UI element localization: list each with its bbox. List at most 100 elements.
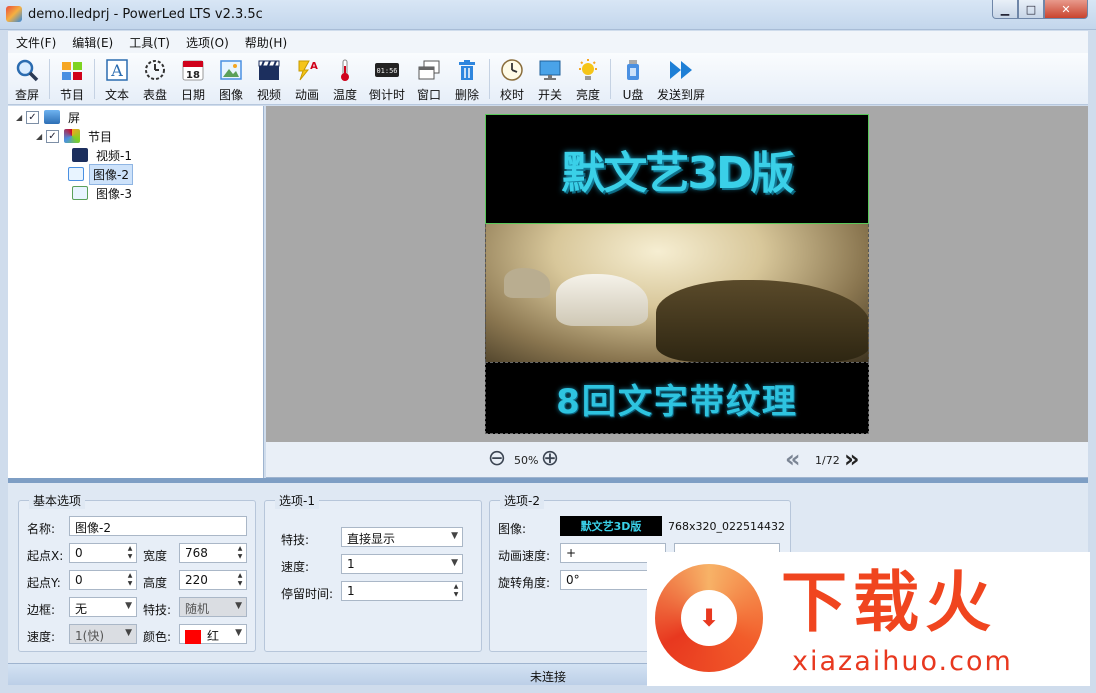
time-sync-button[interactable]: 校时	[493, 53, 531, 103]
y-spinbox[interactable]: 0 ▲ ▼	[69, 570, 137, 590]
color-value: 红	[207, 629, 220, 643]
countdown-label: 倒计时	[369, 88, 406, 102]
usb-drive-icon	[620, 57, 646, 83]
group-title: 选项-2	[500, 492, 544, 509]
usb-drive-button[interactable]: U盘	[614, 53, 652, 103]
speed-label: 速度:	[281, 560, 310, 574]
power-switch-button[interactable]: 开关	[531, 53, 569, 103]
magnifier-icon	[14, 57, 40, 83]
image-2-region[interactable]: 默文艺3D版	[485, 114, 869, 224]
chevron-down-icon: ▼	[125, 628, 132, 638]
image-label: 图像	[218, 88, 243, 102]
speed-select[interactable]: 1 ▼	[341, 554, 463, 574]
menu-file[interactable]: 文件(F)	[8, 34, 64, 51]
maximize-button[interactable]: □	[1018, 0, 1044, 19]
preview-area: 默文艺3D版 8回文字带纹理	[266, 106, 1088, 442]
tree-node-program[interactable]: ◢ ✓ 节目	[36, 127, 115, 145]
tree-node-label: 图像-3	[96, 186, 132, 201]
effect-select: 随机 ▼	[179, 597, 247, 617]
date-button[interactable]: 18 日期	[174, 53, 212, 103]
spin-arrows-icon[interactable]: ▲ ▼	[451, 583, 461, 599]
stay-time-spinbox[interactable]: 1 ▲ ▼	[341, 581, 463, 601]
height-spinbox[interactable]: 220 ▲ ▼	[179, 570, 247, 590]
zoom-in-icon[interactable]: ⊕	[537, 447, 563, 473]
stay-time-label: 停留时间:	[281, 587, 334, 601]
color-label: 颜色:	[143, 630, 172, 644]
video-button[interactable]: 视频	[250, 53, 288, 103]
width-spinbox[interactable]: 768 ▲ ▼	[179, 543, 247, 563]
menu-edit[interactable]: 编辑(E)	[64, 34, 121, 51]
text-button[interactable]: A 文本	[98, 53, 136, 103]
chevron-down-icon: ▼	[235, 601, 242, 611]
color-swatch	[185, 629, 201, 644]
top-banner-text: 默文艺3D版	[561, 148, 794, 199]
effect-label: 特技:	[143, 603, 172, 617]
tree-node-label: 节目	[88, 129, 113, 144]
program-checkbox[interactable]: ✓	[46, 129, 59, 143]
screen-checkbox[interactable]: ✓	[26, 110, 39, 124]
video-1-region[interactable]	[485, 224, 869, 362]
title-bar: demo.lledprj - PowerLed LTS v2.3.5c ▁ □ …	[0, 0, 1096, 30]
speed-value: 1(快)	[75, 629, 104, 643]
toolbar-separator	[94, 59, 95, 99]
tree-node-image-2[interactable]: 图像-2	[68, 163, 133, 185]
image-icon	[68, 167, 84, 181]
tree-node-screen[interactable]: ◢ ✓ 屏	[16, 108, 83, 126]
send-to-screen-icon	[668, 57, 694, 83]
close-button[interactable]: ✕	[1044, 0, 1088, 19]
watermark-overlay: ⬇ 下载火 xiazaihuo.com	[647, 552, 1090, 686]
spin-arrows-icon[interactable]: ▲ ▼	[235, 572, 245, 588]
collapse-triangle-icon[interactable]: ◢	[16, 113, 26, 122]
toolbar-separator	[610, 59, 612, 99]
window-button[interactable]: 窗口	[410, 53, 448, 103]
menu-tools[interactable]: 工具(T)	[121, 34, 178, 51]
speed-select: 1(快) ▼	[69, 624, 137, 644]
power-switch-label: 开关	[538, 88, 563, 102]
clock-dial-button[interactable]: 表盘	[136, 53, 174, 103]
previous-page-icon[interactable]: «	[785, 446, 801, 472]
countdown-button[interactable]: 01:56 倒计时	[364, 53, 410, 103]
option-1-group: 选项-1 特技: 直接显示 ▼ 速度: 1 ▼ 停留时间: 1 ▲ ▼	[264, 492, 482, 652]
color-select[interactable]: 红 ▼	[179, 624, 247, 644]
stay-time-value: 1	[347, 584, 355, 598]
temperature-button[interactable]: 温度	[326, 53, 364, 103]
screen-icon	[44, 110, 60, 124]
send-to-screen-button[interactable]: 发送到屏	[652, 53, 710, 103]
brightness-button[interactable]: 亮度	[569, 53, 607, 103]
page-indicator: 1/72	[815, 454, 840, 467]
name-input[interactable]: 图像-2	[69, 516, 247, 536]
basic-options-group: 基本选项 名称: 图像-2 起点X: 0 ▲ ▼ 宽度 768 ▲ ▼ 起点Y: 0 ▲ ▼…	[18, 492, 256, 652]
menu-options[interactable]: 选项(O)	[178, 34, 237, 51]
border-select[interactable]: 无 ▼	[69, 597, 137, 617]
y-label: 起点Y:	[27, 576, 61, 590]
monitor-icon	[537, 57, 563, 83]
animation-button[interactable]: A 动画	[288, 53, 326, 103]
tree-node-video-1[interactable]: 视频-1	[72, 146, 135, 164]
toolbar: 查屏 节目 A 文本 表盘 18 日期 图像 视频 A 动画 温度 01:56 …	[8, 53, 1088, 105]
animation-icon: A	[294, 57, 320, 83]
text-icon: A	[104, 57, 130, 83]
x-spinbox[interactable]: 0 ▲ ▼	[69, 543, 137, 563]
program-button[interactable]: 节目	[53, 53, 91, 103]
tree-node-image-3[interactable]: 图像-3	[72, 184, 135, 202]
image-3-region[interactable]: 8回文字带纹理	[485, 362, 869, 434]
next-page-icon[interactable]: »	[844, 446, 860, 472]
height-value: 220	[185, 573, 208, 587]
check-screen-button[interactable]: 查屏	[8, 53, 46, 103]
led-canvas[interactable]: 默文艺3D版 8回文字带纹理	[485, 114, 869, 434]
zoom-out-icon[interactable]: ⊖	[484, 447, 510, 473]
menu-help[interactable]: 帮助(H)	[237, 34, 295, 51]
clock-dial-label: 表盘	[142, 88, 167, 102]
collapse-triangle-icon[interactable]: ◢	[36, 132, 46, 141]
spin-arrows-icon[interactable]: ▲ ▼	[235, 545, 245, 561]
border-value: 无	[75, 602, 88, 616]
car-shape	[656, 280, 868, 362]
spin-arrows-icon[interactable]: ▲ ▼	[125, 572, 135, 588]
effect-select[interactable]: 直接显示 ▼	[341, 527, 463, 547]
spin-arrows-icon[interactable]: ▲ ▼	[125, 545, 135, 561]
image-thumbnail[interactable]: 默文艺3D版	[560, 516, 662, 536]
video-label: 视频	[256, 88, 281, 102]
delete-button[interactable]: 删除	[448, 53, 486, 103]
minimize-button[interactable]: ▁	[992, 0, 1018, 19]
image-button[interactable]: 图像	[212, 53, 250, 103]
